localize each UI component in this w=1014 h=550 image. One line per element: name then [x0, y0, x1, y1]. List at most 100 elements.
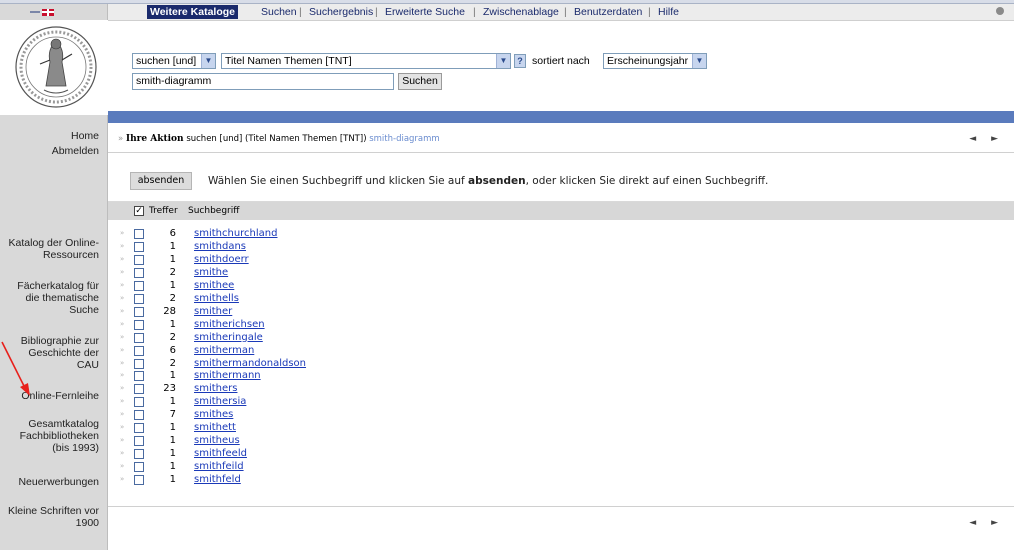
language-flag-icon[interactable]	[30, 9, 56, 16]
table-row: » 1 smithermann	[108, 370, 1014, 382]
bullet-icon: »	[120, 293, 125, 302]
bullet-icon: »	[118, 134, 124, 144]
operator-select[interactable]: suchen [und] ▼	[132, 53, 216, 69]
row-checkbox[interactable]	[134, 397, 144, 408]
bullet-icon: »	[120, 436, 125, 445]
row-checkbox[interactable]	[134, 410, 144, 421]
row-checkbox[interactable]	[134, 280, 144, 291]
row-checkbox[interactable]	[134, 319, 144, 330]
absenden-button[interactable]: absenden	[130, 172, 192, 190]
search-term-link[interactable]: smithermann	[194, 370, 261, 381]
sort-select[interactable]: Erscheinungsjahr ▼	[603, 53, 707, 69]
search-term-link[interactable]: smithfeld	[194, 474, 241, 485]
search-term-link[interactable]: smithdans	[194, 241, 246, 252]
row-checkbox[interactable]	[134, 423, 144, 434]
table-row: » 1 smithfeild	[108, 461, 1014, 473]
search-term-link[interactable]: smithett	[194, 422, 236, 433]
tab-zwischenablage[interactable]: Zwischenablage	[483, 6, 559, 18]
sidebar-item-home[interactable]: Home	[71, 130, 99, 142]
search-term-link[interactable]: smithermandonaldson	[194, 358, 306, 369]
search-input[interactable]: smith-diagramm	[132, 73, 394, 90]
row-checkbox[interactable]	[134, 306, 144, 317]
search-term-link[interactable]: smitheringale	[194, 332, 263, 343]
sidebar-item-faecherkatalog[interactable]: Fächerkatalog für die thematische Suche	[17, 280, 99, 316]
hit-count: 1	[169, 370, 176, 382]
table-row: » 2 smithells	[108, 293, 1014, 305]
search-term-link[interactable]: smithee	[194, 280, 234, 291]
tab-weitere-kataloge[interactable]: Weitere Kataloge	[147, 5, 238, 19]
logo-area	[0, 20, 108, 115]
sidebar-item-neuerwerbungen[interactable]: Neuerwerbungen	[18, 476, 99, 488]
search-term-link[interactable]: smitherichsen	[194, 319, 265, 330]
hit-count: 1	[169, 461, 176, 473]
search-term-link[interactable]: smithells	[194, 293, 239, 304]
select-all-checkbox[interactable]: ✓	[134, 206, 144, 216]
row-checkbox[interactable]	[134, 371, 144, 382]
search-term-link[interactable]: smither	[194, 306, 232, 317]
action-label: Ihre Aktion	[125, 134, 184, 144]
sidebar-item-kleine-schriften[interactable]: Kleine Schriften vor 1900	[8, 505, 99, 529]
row-checkbox[interactable]	[134, 254, 144, 265]
pager-arrows[interactable]: ◄ ►	[969, 134, 1004, 144]
row-checkbox[interactable]	[134, 293, 144, 304]
chevron-down-icon: ▼	[496, 54, 510, 68]
table-row: » 1 smitherichsen	[108, 319, 1014, 331]
bullet-icon: »	[120, 319, 125, 328]
row-checkbox[interactable]	[134, 241, 144, 252]
main-tab-bar: Weitere Kataloge Suchen | Suchergebnis |…	[108, 4, 1014, 21]
hit-count: 6	[169, 344, 176, 356]
sidebar-item-online-ressourcen[interactable]: Katalog der Online- Ressourcen	[9, 237, 99, 261]
action-term-link[interactable]: smith-diagramm	[369, 134, 439, 144]
table-row: » 1 smithersia	[108, 396, 1014, 408]
bullet-icon: »	[120, 449, 125, 458]
bullet-icon: »	[120, 345, 125, 354]
row-checkbox[interactable]	[134, 345, 144, 356]
tab-benutzerdaten[interactable]: Benutzerdaten	[574, 6, 642, 18]
hit-count: 2	[169, 331, 176, 343]
table-row: » 6 smithchurchland	[108, 228, 1014, 240]
help-icon[interactable]: ?	[514, 54, 526, 68]
search-term-link[interactable]: smitherman	[194, 345, 254, 356]
search-term-link[interactable]: smithersia	[194, 396, 246, 407]
tab-hilfe[interactable]: Hilfe	[658, 6, 679, 18]
search-term-link[interactable]: smithdoerr	[194, 254, 249, 265]
row-checkbox[interactable]	[134, 436, 144, 447]
row-checkbox[interactable]	[134, 462, 144, 473]
hit-count: 1	[169, 448, 176, 460]
row-checkbox[interactable]	[134, 358, 144, 369]
row-checkbox[interactable]	[134, 229, 144, 239]
search-term-link[interactable]: smithfeild	[194, 461, 244, 472]
tab-suchen[interactable]: Suchen	[261, 6, 297, 18]
table-row: » 1 smithdoerr	[108, 254, 1014, 266]
chevron-down-icon: ▼	[201, 54, 215, 68]
hit-count: 1	[169, 318, 176, 330]
hit-count: 1	[169, 422, 176, 434]
search-term-link[interactable]: smitheus	[194, 435, 240, 446]
hit-count: 28	[163, 305, 176, 317]
row-checkbox[interactable]	[134, 332, 144, 343]
row-checkbox[interactable]	[134, 384, 144, 395]
sidebar-item-logout[interactable]: Abmelden	[52, 145, 99, 157]
bullet-icon: »	[120, 410, 125, 419]
field-select[interactable]: Titel Namen Themen [TNT] ▼	[221, 53, 511, 69]
search-term-link[interactable]: smithers	[194, 383, 237, 394]
search-term-link[interactable]: smithfeeld	[194, 448, 247, 459]
bullet-icon: »	[120, 229, 125, 237]
hit-count: 1	[169, 474, 176, 486]
row-checkbox[interactable]	[134, 475, 144, 486]
tab-erweiterte-suche[interactable]: Erweiterte Suche	[385, 6, 465, 18]
settings-icon[interactable]	[996, 7, 1004, 15]
search-button[interactable]: Suchen	[398, 73, 442, 90]
search-term-link[interactable]: smithchurchland	[194, 228, 277, 239]
pager-arrows-bottom[interactable]: ◄ ►	[969, 518, 1004, 528]
column-header-suchbegriff: Suchbegriff	[188, 206, 240, 216]
tab-separator: |	[375, 6, 378, 18]
bullet-icon: »	[120, 371, 125, 380]
sidebar-item-gesamtkatalog[interactable]: Gesamtkatalog Fachbibliotheken (bis 1993…	[20, 418, 99, 454]
search-term-link[interactable]: smithe	[194, 267, 228, 278]
row-checkbox[interactable]	[134, 449, 144, 460]
row-checkbox[interactable]	[134, 267, 144, 278]
search-term-link[interactable]: smithes	[194, 409, 233, 420]
bullet-icon: »	[120, 267, 125, 276]
tab-suchergebnis[interactable]: Suchergebnis	[309, 6, 373, 18]
